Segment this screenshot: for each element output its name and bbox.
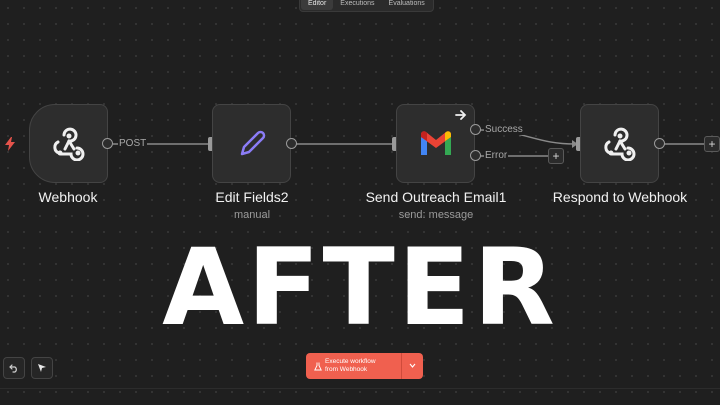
after-overlay-text: AFTER <box>162 226 558 349</box>
node-subtitle-edit-fields: manual <box>233 209 271 221</box>
edge-label-error: Error <box>484 150 509 161</box>
cursor-icon <box>38 364 46 372</box>
edge-label-success: Success <box>484 124 524 135</box>
add-node-button[interactable]: + <box>704 136 720 152</box>
node-title-webhook: Webhook <box>38 189 98 205</box>
webhook-icon <box>603 127 635 161</box>
execute-workflow-label: Execute workflow from Webhook <box>325 358 376 374</box>
trigger-bolt-icon <box>5 137 15 151</box>
node-webhook[interactable] <box>29 104 108 183</box>
pointer-tool-button[interactable] <box>31 357 53 379</box>
execute-workflow-button[interactable]: Execute workflow from Webhook <box>306 353 423 379</box>
node-title-edit-fields: Edit Fields2 <box>215 189 289 205</box>
node-title-send-email: Send Outreach Email1 <box>365 189 507 205</box>
execute-button-divider <box>401 353 402 379</box>
pencil-icon <box>240 130 265 155</box>
node-send-email[interactable] <box>396 104 475 183</box>
node-subtitle-send-email: send: message <box>398 209 474 221</box>
edge-label-post: POST <box>118 138 148 149</box>
gmail-icon <box>420 130 451 155</box>
edit-fields-output-handle[interactable] <box>286 138 297 149</box>
node-respond-webhook[interactable] <box>580 104 659 183</box>
node-edit-fields[interactable] <box>212 104 291 183</box>
undo-button[interactable] <box>3 357 25 379</box>
email-error-handle[interactable] <box>470 150 481 161</box>
execute-label-line2: from Webhook <box>325 366 368 373</box>
node-title-respond-webhook: Respond to Webhook <box>552 189 688 205</box>
webhook-icon <box>52 127 84 161</box>
respond-output-handle[interactable] <box>654 138 665 149</box>
undo-icon <box>9 364 17 373</box>
add-node-error-button[interactable]: + <box>548 148 564 164</box>
email-success-handle[interactable] <box>470 124 481 135</box>
execute-label-line1: Execute workflow <box>325 358 376 365</box>
webhook-output-handle[interactable] <box>102 138 113 149</box>
chevron-down-icon[interactable] <box>409 363 416 368</box>
bottom-divider <box>0 388 720 389</box>
arrow-right-icon <box>455 110 467 120</box>
flask-icon <box>314 362 322 370</box>
